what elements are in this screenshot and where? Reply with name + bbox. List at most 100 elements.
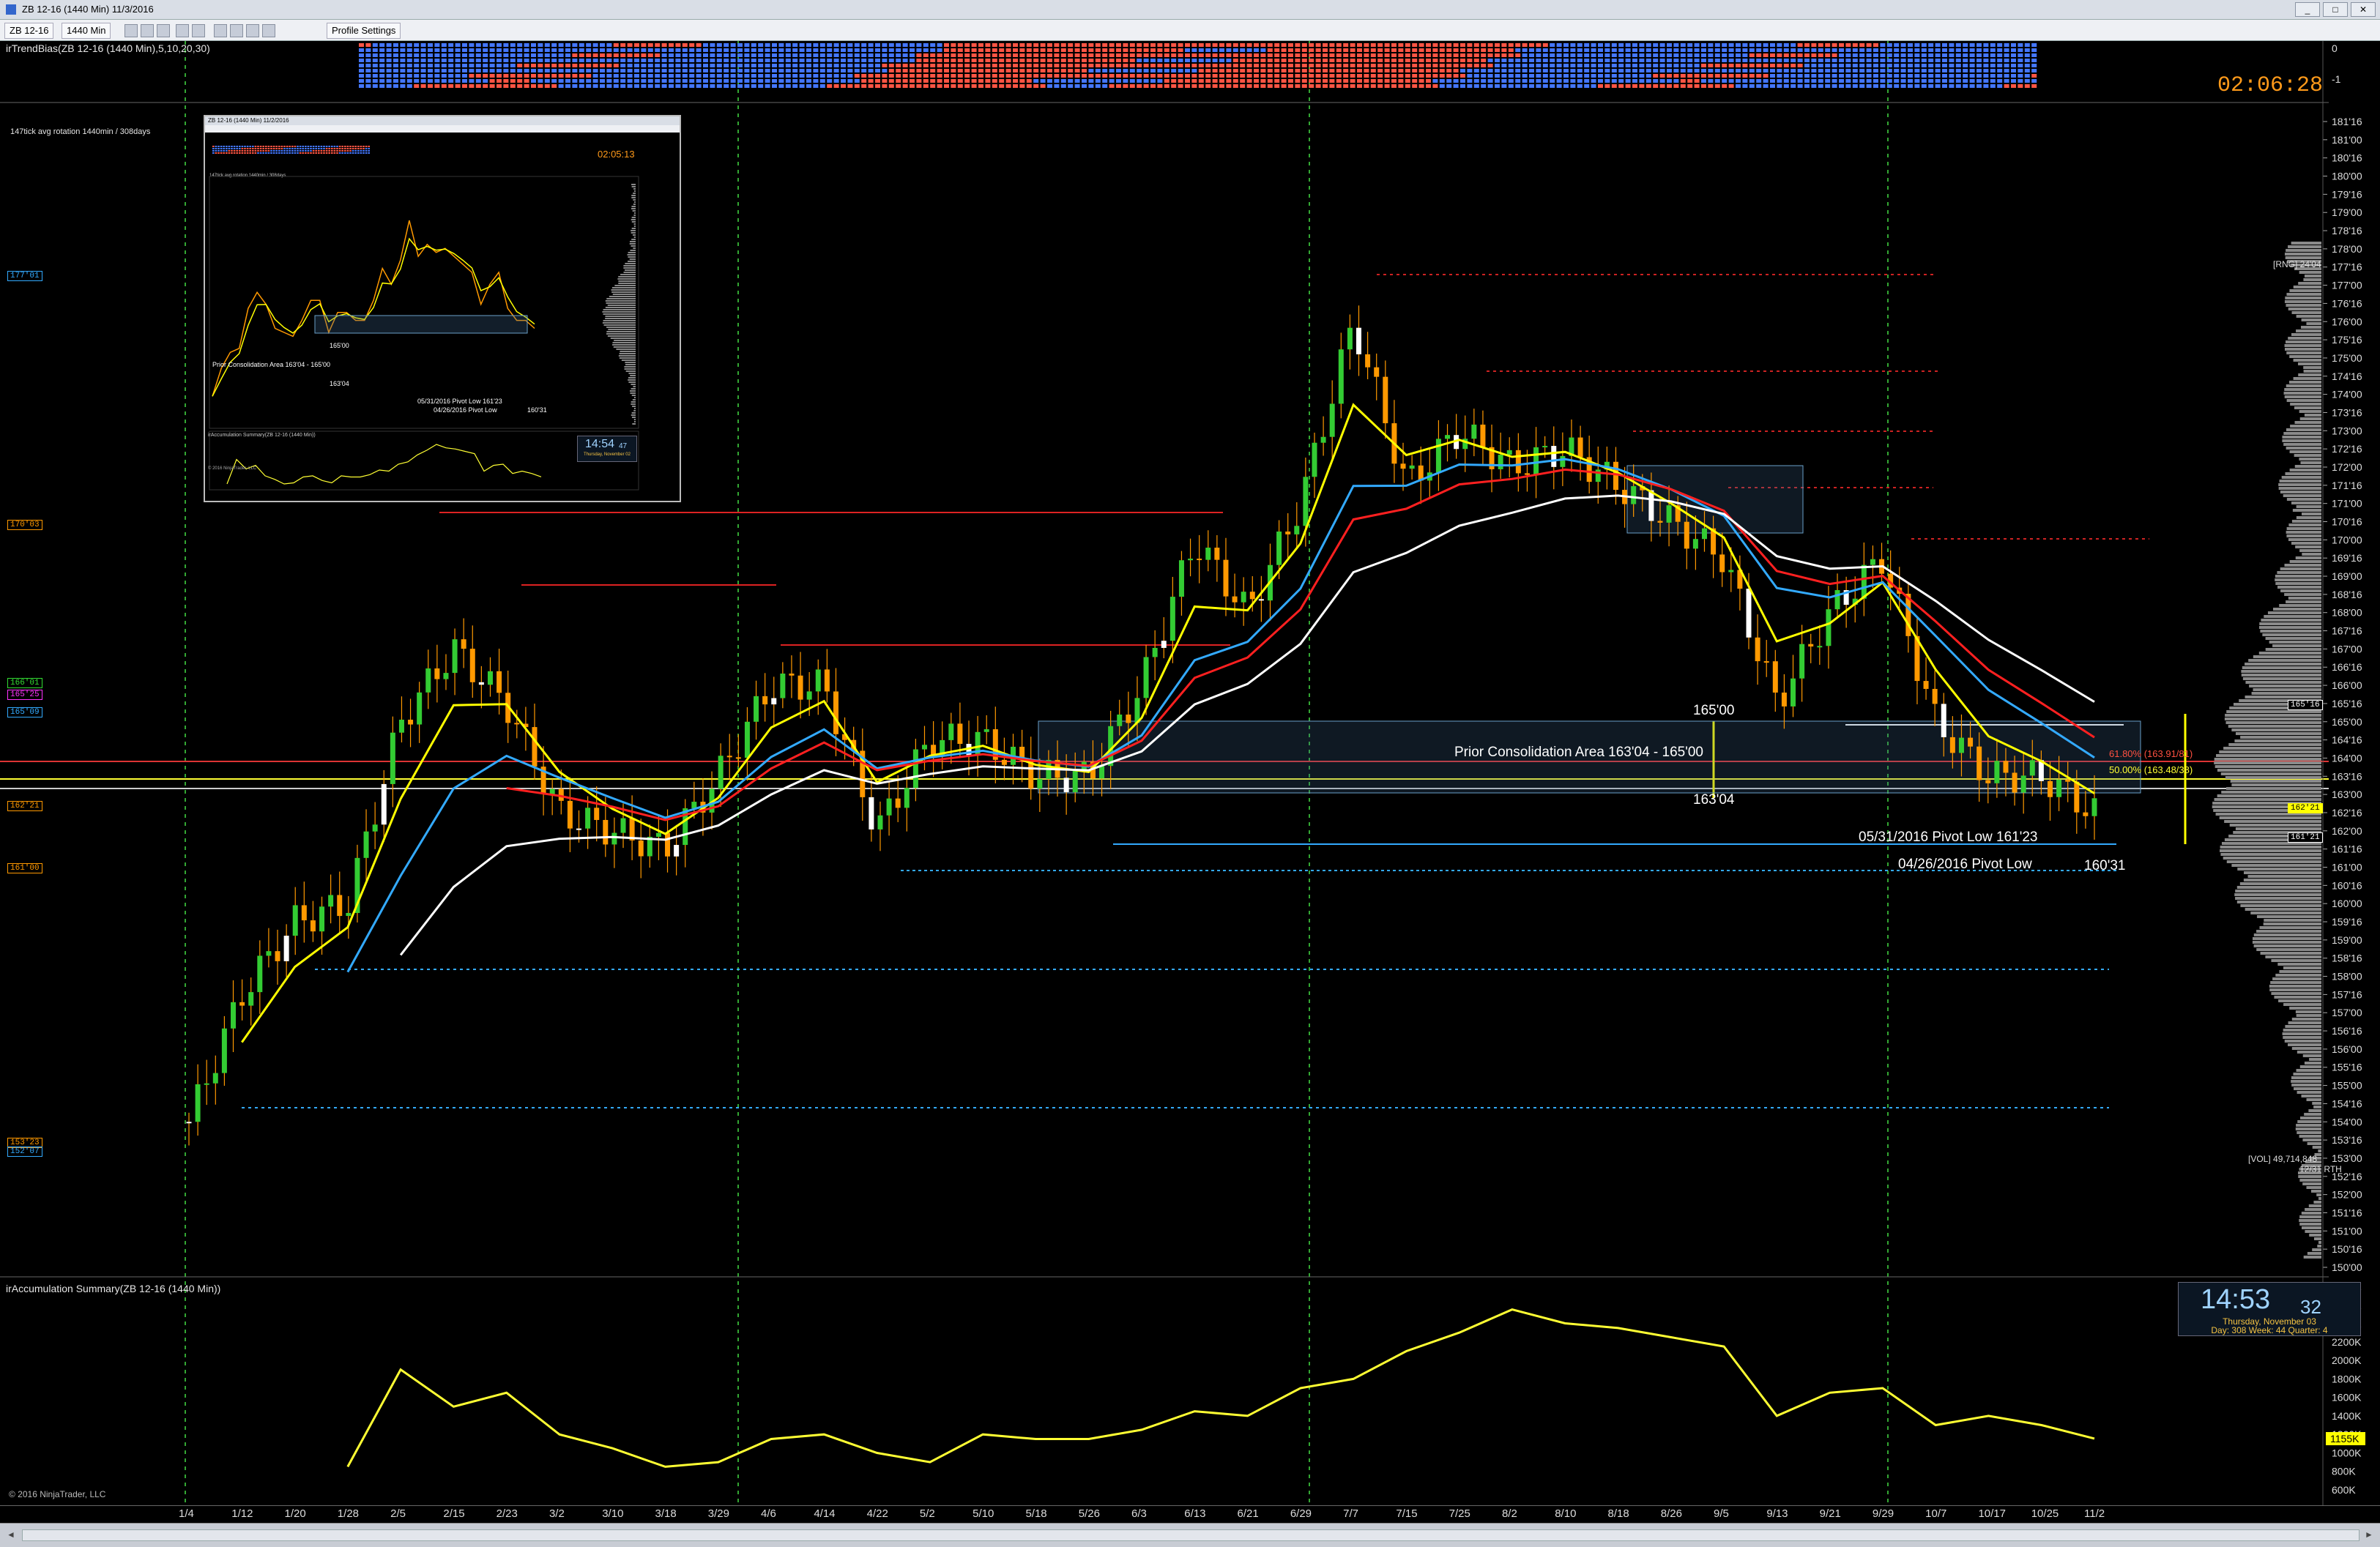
trend-bias-cell [1082,79,1087,83]
trend-bias-cell [1742,43,1748,47]
left-price-tag: 152'07 [7,1147,42,1157]
horizontal-scrollbar[interactable]: ◄ ► [0,1523,2380,1547]
trend-bias-cell [1143,79,1149,83]
trend-bias-cell [1129,64,1135,67]
inset-trend-cell [246,146,249,147]
trend-bias-cell [1542,74,1548,78]
interval-selector[interactable]: 1440 Min [62,23,111,39]
minimize-button[interactable]: _ [2295,2,2320,17]
trend-bias-cell [1412,69,1418,72]
candle-body [1294,526,1300,534]
trend-bias-cell [951,69,956,72]
trend-bias-cell [1969,79,1975,83]
scroll-left-icon[interactable]: ◄ [4,1528,18,1541]
trend-bias-cell [2024,74,2030,78]
candle-body [2091,798,2097,816]
instrument-selector[interactable]: ZB 12-16 [4,23,54,39]
trend-scale-label: -1 [2332,73,2341,85]
trend-bias-cell [854,59,860,62]
trend-bias-cell [1736,69,1741,72]
trend-bias-cell [565,84,570,88]
trend-bias-cell [1818,84,1823,88]
trend-bias-cell [902,69,908,72]
trend-bias-cell [710,48,715,52]
trend-bias-cell [1150,43,1156,47]
left-price-tag: 161'00 [7,863,42,873]
close-button[interactable]: ✕ [2351,2,2376,17]
trend-bias-cell [1370,69,1376,72]
trend-bias-cell [1618,84,1624,88]
trend-bias-cell [544,64,550,67]
price-tick-label: 172'16 [2332,443,2362,455]
inset-trend-cell [307,152,310,154]
trend-bias-cell [1005,84,1011,88]
trend-bias-cell [992,53,997,57]
properties-icon[interactable] [246,24,259,37]
zoom-icon[interactable] [176,24,189,37]
trend-bias-cell [999,53,1005,57]
trend-bias-cell [902,43,908,47]
pencil-icon[interactable] [141,24,154,37]
candle-body [895,798,901,808]
trend-bias-cell [1577,84,1583,88]
strategies-icon[interactable] [230,24,243,37]
trend-bias-cell [1522,74,1528,78]
trend-bias-cell [1818,53,1823,57]
indicators-icon[interactable] [214,24,227,37]
volume-profile-bar [2265,637,2321,640]
trend-bias-cell [1185,79,1190,83]
trend-bias-cell [1467,79,1473,83]
trend-bias-cell [469,48,475,52]
trend-bias-cell [1577,53,1583,57]
trend-bias-cell [1845,43,1851,47]
data-box-icon[interactable] [262,24,275,37]
trend-bias-cell [655,43,661,47]
trend-bias-cell [1783,43,1789,47]
trend-bias-cell [489,64,495,67]
trend-bias-cell [1667,79,1672,83]
trend-bias-cell [1432,69,1438,72]
trend-bias-cell [483,59,488,62]
maximize-button[interactable]: □ [2323,2,2348,17]
profile-settings-button[interactable]: Profile Settings [327,23,401,39]
trend-bias-cell [1405,59,1410,62]
trend-bias-cell [1839,59,1844,62]
trend-bias-cell [1969,59,1975,62]
trend-bias-cell [1418,59,1424,62]
scroll-right-icon[interactable]: ► [2362,1528,2376,1541]
volume-profile-bar [2270,981,2321,984]
trend-bias-cell [365,79,371,83]
candle-body [231,1002,237,1029]
drawing-tools-icon[interactable] [157,24,170,37]
trend-bias-cell [675,59,681,62]
bar-type-icon[interactable] [124,24,138,37]
trend-bias-cell [586,64,592,67]
trend-bias-cell [1900,84,1906,88]
trend-bias-cell [888,79,894,83]
trend-bias-cell [1908,84,1913,88]
volume-profile-bar [2267,611,2321,614]
trend-bias-cell [772,64,777,67]
trend-bias-cell [1212,53,1218,57]
trend-bias-cell [1129,43,1135,47]
trend-bias-cell [1501,48,1507,52]
trend-bias-cell [406,69,412,72]
crosshair-icon[interactable] [192,24,205,37]
trend-bias-cell [1301,43,1307,47]
trend-bias-cell [813,59,819,62]
trend-bias-cell [1446,74,1452,78]
inset-profile-bar [631,221,636,223]
trend-bias-cell [1667,43,1672,47]
scrollbar-thumb[interactable] [22,1529,2359,1541]
trend-bias-cell [592,53,598,57]
trend-bias-cell [386,43,392,47]
trend-bias-cell [1398,79,1404,83]
trend-bias-cell [1198,69,1204,72]
trend-bias-cell [703,48,708,52]
trend-bias-cell [1232,84,1238,88]
trend-bias-cell [1983,69,1989,72]
volume-profile-bar [2307,1142,2321,1145]
trend-bias-cell [1556,64,1562,67]
trend-bias-cell [827,84,833,88]
accumulation-line [346,1308,2095,1468]
